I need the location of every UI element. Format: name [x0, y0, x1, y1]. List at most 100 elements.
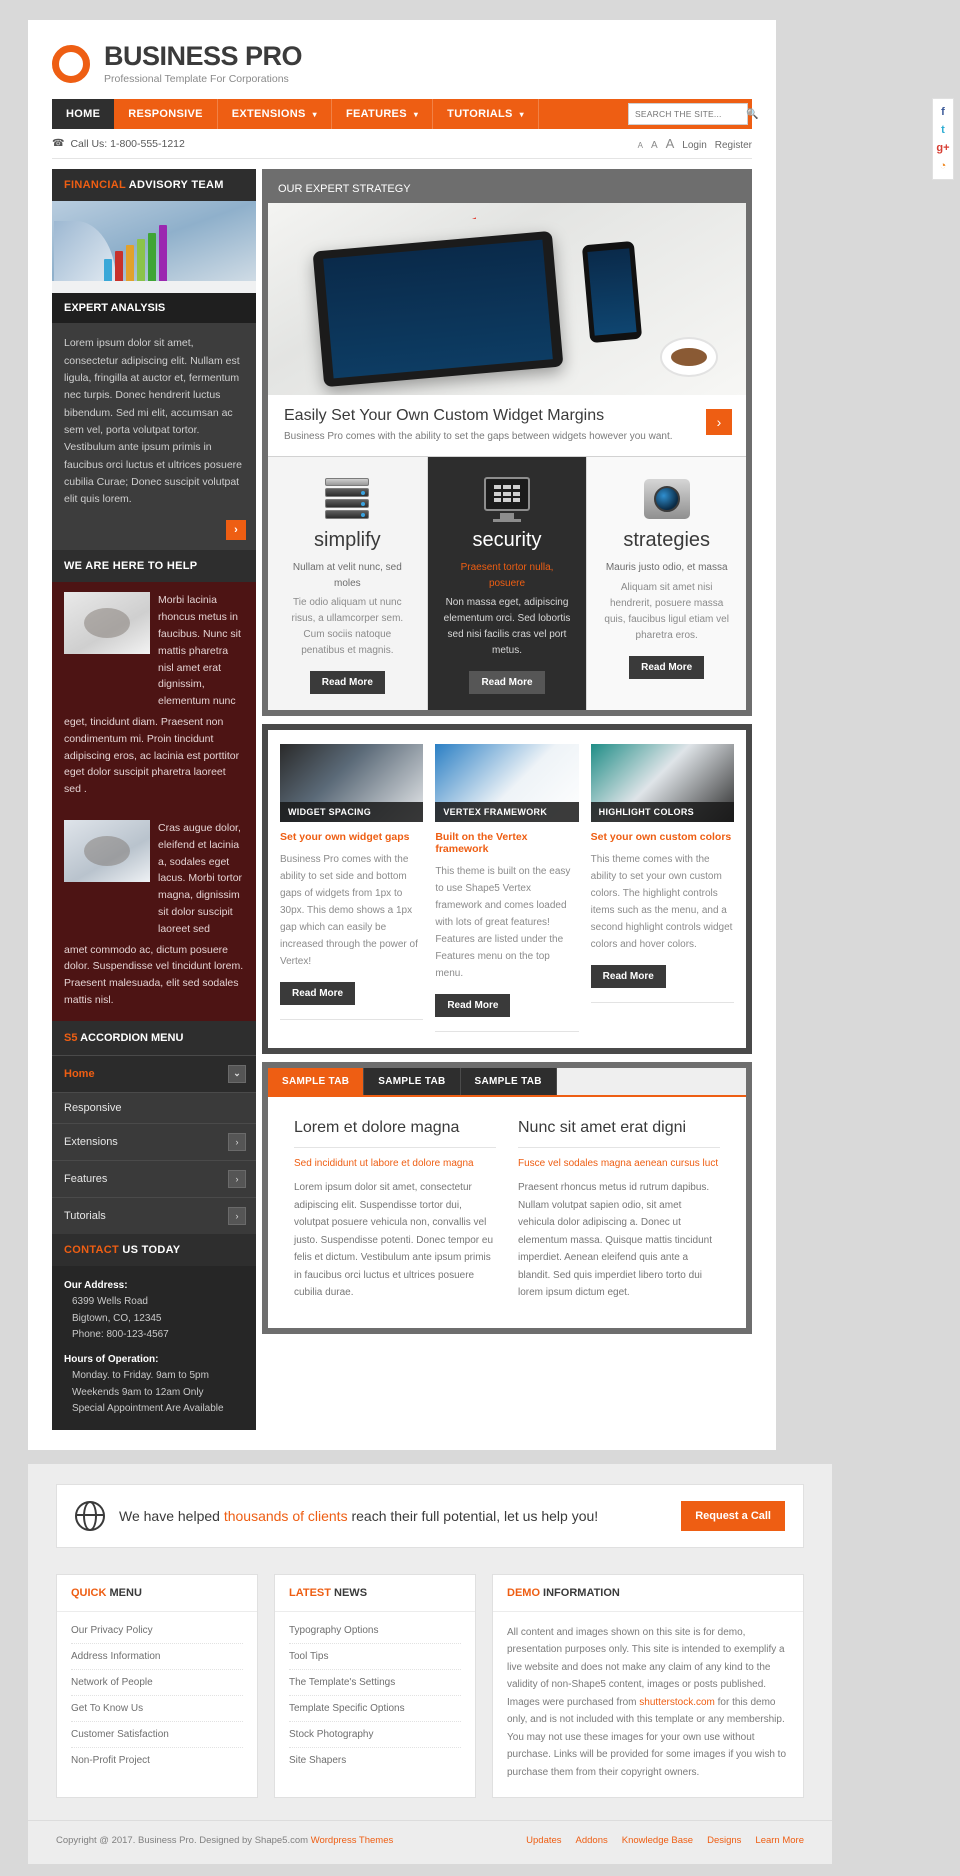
latest-header-rest: NEWS	[330, 1586, 368, 1599]
nav-item-home[interactable]: HOME	[52, 99, 115, 130]
copyright-links: Updates Addons Knowledge Base Designs Le…	[526, 1835, 804, 1846]
list-item[interactable]: Template Specific Options	[289, 1696, 461, 1722]
strategy-header: OUR EXPERT STRATEGY	[268, 175, 746, 204]
googleplus-icon[interactable]: g+	[935, 139, 951, 157]
read-more-button[interactable]: Read More	[469, 671, 545, 695]
expert-analysis-subheader: EXPERT ANALYSIS	[52, 293, 256, 324]
font-size-small-button[interactable]: A	[638, 141, 643, 150]
list-item[interactable]: Network of People	[71, 1670, 243, 1696]
hero-next-button[interactable]: ›	[706, 409, 732, 436]
list-item[interactable]: Address Information	[71, 1644, 243, 1670]
read-more-button[interactable]: Read More	[435, 994, 511, 1018]
tab-column-title: Lorem et dolore magna	[294, 1119, 496, 1149]
list-item[interactable]: Non-Profit Project	[71, 1748, 243, 1773]
nav-label: EXTENSIONS	[231, 108, 306, 121]
footer-link-addons[interactable]: Addons	[576, 1835, 608, 1846]
tab-sample-1[interactable]: SAMPLE TAB	[268, 1068, 365, 1096]
accordion-item-tutorials[interactable]: Tutorials ›	[52, 1196, 256, 1234]
accordion-menu-module: S5 ACCORDION MENU Home ⌄ Responsive Exte…	[52, 1020, 256, 1234]
nav-item-features[interactable]: FEATURES ▾	[332, 99, 434, 130]
hours-label: Hours of Operation:	[64, 1353, 159, 1365]
footer-link-designs[interactable]: Designs	[707, 1835, 741, 1846]
read-more-button[interactable]: Read More	[280, 982, 356, 1006]
list-item[interactable]: Site Shapers	[289, 1748, 461, 1773]
demo-text-before: All content and images shown on this sit…	[507, 1626, 785, 1708]
wordpress-themes-link[interactable]: Wordpress Themes	[311, 1835, 394, 1846]
card-title[interactable]: Set your own widget gaps	[280, 831, 423, 843]
chevron-down-icon: ▾	[519, 109, 524, 119]
list-item[interactable]: Typography Options	[289, 1618, 461, 1644]
accordion-item-features[interactable]: Features ›	[52, 1159, 256, 1197]
card-image[interactable]: VERTEX FRAMEWORK	[435, 744, 579, 823]
accordion-item-responsive[interactable]: Responsive	[52, 1091, 256, 1123]
nav-item-tutorials[interactable]: TUTORIALS ▾	[433, 99, 539, 130]
nav-item-responsive[interactable]: RESPONSIVE	[114, 99, 218, 130]
list-item[interactable]: Tool Tips	[289, 1644, 461, 1670]
read-more-button[interactable]: Read More	[309, 671, 385, 695]
search-input[interactable]	[635, 109, 746, 120]
shutterstock-link[interactable]: shutterstock.com	[639, 1697, 715, 1708]
contact-header-highlight: CONTACT	[64, 1243, 120, 1256]
quick-header-rest: MENU	[106, 1586, 142, 1599]
financial-advisory-module: FINANCIAL ADVISORY TEAM EXPERT ANALYSIS …	[52, 169, 256, 551]
twitter-icon[interactable]: t	[935, 121, 951, 139]
feature-title: security	[472, 529, 542, 552]
latest-news-header: LATEST NEWS	[275, 1575, 475, 1612]
card-title[interactable]: Set your own custom colors	[591, 831, 734, 843]
read-more-arrow-button[interactable]: ›	[226, 520, 246, 541]
rss-icon[interactable]: ◔	[935, 157, 951, 175]
tab-column-subtitle: Sed incididunt ut labore et dolore magna	[294, 1158, 474, 1170]
cards-frame: WIDGET SPACING Set your own widget gaps …	[262, 724, 752, 1055]
hero-subtitle: Business Pro comes with the ability to s…	[284, 431, 673, 443]
login-link[interactable]: Login	[682, 140, 706, 151]
monitor-keypad-icon	[442, 475, 573, 523]
nav-item-extensions[interactable]: EXTENSIONS ▾	[218, 99, 332, 130]
card-image[interactable]: HIGHLIGHT COLORS	[590, 744, 734, 823]
card-image[interactable]: WIDGET SPACING	[280, 744, 424, 823]
help-module-header: WE ARE HERE TO HELP	[52, 550, 256, 583]
card-body: This theme is built on the easy to use S…	[435, 866, 571, 980]
card-title[interactable]: Built on the Vertex framework	[435, 831, 578, 855]
accordion-item-home[interactable]: Home ⌄	[52, 1054, 256, 1092]
footer-link-updates[interactable]: Updates	[526, 1835, 561, 1846]
hours-line-2: Weekends 9am to 12am Only	[72, 1386, 204, 1398]
list-item[interactable]: Stock Photography	[289, 1722, 461, 1748]
search-box[interactable]: 🔍	[628, 103, 758, 126]
register-link[interactable]: Register	[715, 140, 752, 151]
font-size-medium-button[interactable]: A	[651, 140, 658, 151]
accordion-label: Responsive	[64, 1101, 122, 1114]
help-item-2: Cras augue dolor, eleifend et lacinia a,…	[52, 810, 256, 942]
cta-section: We have helped thousands of clients reac…	[28, 1463, 832, 1556]
call-us-block: ☎ Call Us: 1-800-555-1212	[52, 138, 185, 150]
chevron-right-icon[interactable]: ›	[228, 1206, 246, 1225]
copyright-bar: Copyright @ 2017. Business Pro. Designed…	[28, 1820, 832, 1865]
list-item[interactable]: Get To Know Us	[71, 1696, 243, 1722]
feature-desc: Aliquam sit amet nisi hendrerit, posuere…	[604, 581, 729, 641]
accordion-item-extensions[interactable]: Extensions ›	[52, 1122, 256, 1160]
chevron-down-icon[interactable]: ⌄	[228, 1064, 246, 1083]
tab-column-1: Lorem et dolore magna Sed incididunt ut …	[294, 1119, 496, 1302]
search-icon[interactable]: 🔍	[746, 109, 758, 120]
help-item-2-tail: amet commodo ac, dictum posuere dolor. S…	[64, 943, 244, 1006]
tab-sample-3[interactable]: SAMPLE TAB	[460, 1068, 557, 1096]
footer-link-knowledge-base[interactable]: Knowledge Base	[622, 1835, 693, 1846]
read-more-button[interactable]: Read More	[629, 655, 705, 679]
chevron-right-icon[interactable]: ›	[228, 1169, 246, 1188]
font-size-large-button[interactable]: A	[666, 136, 675, 151]
tab-sample-2[interactable]: SAMPLE TAB	[364, 1068, 461, 1096]
cta-text-before: We have helped	[119, 1507, 224, 1524]
read-more-button[interactable]: Read More	[590, 965, 666, 989]
list-item[interactable]: The Template's Settings	[289, 1670, 461, 1696]
list-item[interactable]: Our Privacy Policy	[71, 1618, 243, 1644]
logo-icon[interactable]	[52, 44, 90, 83]
chevron-right-icon[interactable]: ›	[228, 1132, 246, 1151]
accordion-header-highlight: S5	[64, 1031, 78, 1044]
facebook-icon[interactable]: f	[935, 103, 951, 121]
tabs-frame: SAMPLE TAB SAMPLE TAB SAMPLE TAB Lorem e…	[262, 1062, 752, 1334]
accordion-header-rest: ACCORDION MENU	[77, 1031, 184, 1044]
request-a-call-button[interactable]: Request a Call	[681, 1500, 785, 1531]
list-item[interactable]: Customer Satisfaction	[71, 1722, 243, 1748]
help-item-1: Morbi lacinia rhoncus metus in faucibus.…	[52, 582, 256, 714]
financial-more-row: ›	[52, 520, 256, 550]
footer-link-learn-more[interactable]: Learn More	[755, 1835, 804, 1846]
